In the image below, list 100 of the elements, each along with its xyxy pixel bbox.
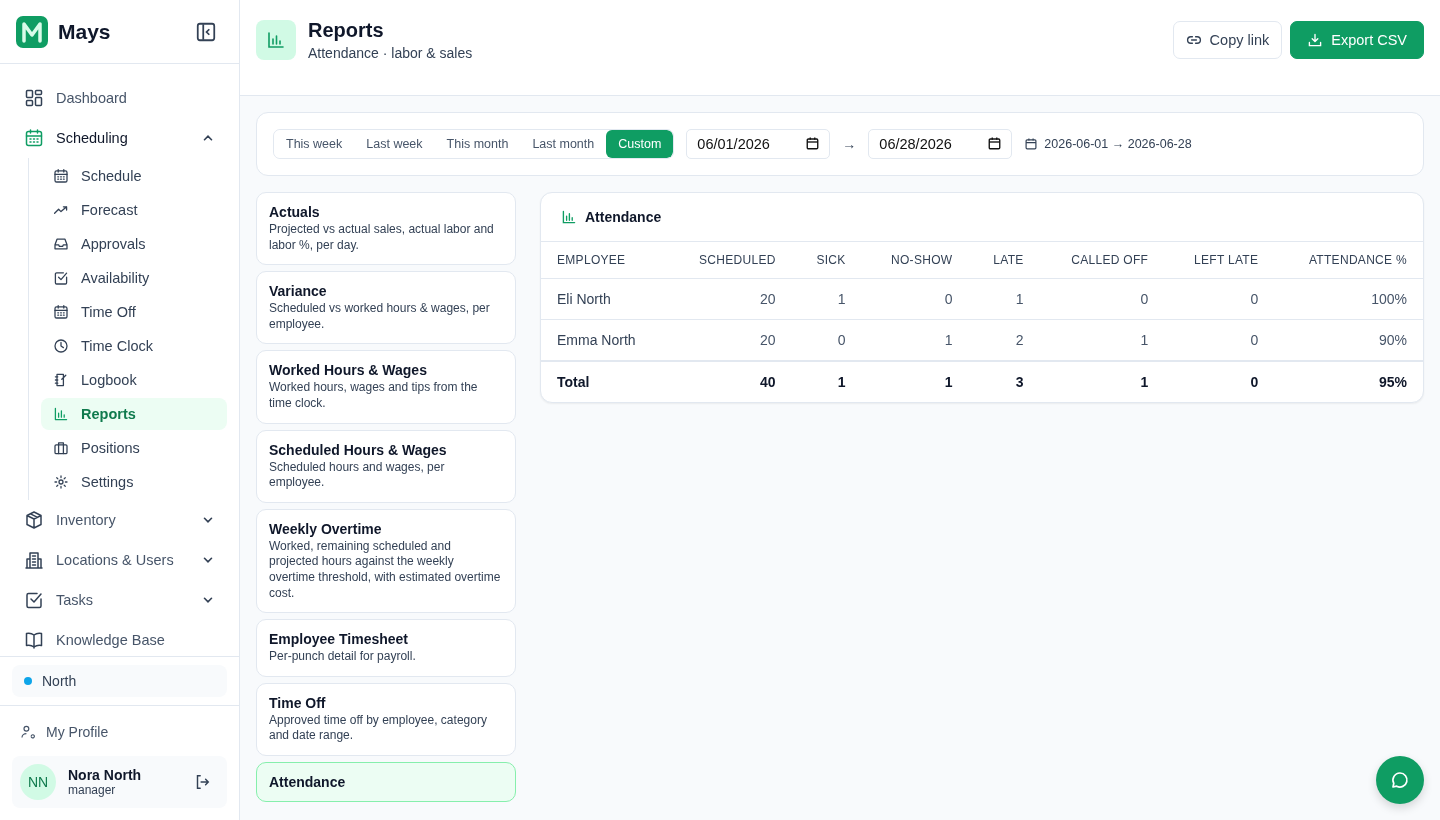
location-switcher[interactable]: North	[12, 665, 227, 697]
checkbox-icon	[53, 270, 69, 286]
user-name: Nora North	[68, 767, 143, 783]
column-header: NO-SHOW	[861, 242, 969, 279]
page-subtitle: Attendance · labor & sales	[308, 44, 474, 61]
report-description: Per-punch detail for payroll.	[269, 649, 417, 665]
nav-subitem[interactable]: Positions	[41, 432, 227, 464]
report-description: Worked, remaining scheduled and projected hours against the weekly overtime threshold, with estimated overtime cost.	[269, 538, 502, 602]
reports-badge-icon	[256, 19, 296, 60]
nav-item[interactable]: Dashboard	[12, 78, 227, 118]
report-card[interactable]: Time Off Approved time off by employee, category and date range.	[256, 682, 516, 756]
nav-subitem[interactable]: Settings	[41, 466, 227, 498]
table-cell: 2	[968, 319, 1040, 361]
column-header: LEFT LATE	[1164, 242, 1275, 279]
checkbox-icon	[24, 590, 44, 610]
report-title: Scheduled Hours & Wages	[269, 441, 448, 458]
settings-icon	[53, 474, 69, 490]
total-cell: 1	[861, 361, 969, 402]
report-card[interactable]: Weekly Overtime Worked, remaining scheduled and projected hours against the weekly overtime threshold, with estimated overtime cost.	[256, 508, 516, 614]
my-profile-link[interactable]: My Profile	[12, 718, 227, 746]
calendar-icon	[53, 304, 69, 320]
nav-item[interactable]: Inventory	[12, 500, 227, 540]
briefcase-icon	[53, 440, 69, 456]
calendar-icon	[53, 168, 69, 184]
table-cell: 1	[968, 278, 1040, 320]
report-card[interactable]: Scheduled Hours & Wages Scheduled hours and wages, per employee.	[256, 429, 516, 503]
column-header: CALLED OFF	[1039, 242, 1165, 279]
date-field[interactable]: 06/01/2026	[686, 129, 831, 159]
page-title: Reports	[308, 18, 385, 42]
logo-icon	[16, 15, 48, 48]
report-card[interactable]: Attendance	[256, 761, 516, 802]
table-cell: 90%	[1274, 319, 1423, 361]
report-card[interactable]: Employee Timesheet Per-punch detail for payroll.	[256, 619, 516, 677]
download-icon	[1307, 31, 1324, 48]
book-icon	[24, 630, 44, 650]
user-icon	[20, 724, 36, 740]
report-title: Employee Timesheet	[269, 631, 410, 648]
panel-title: Attendance	[585, 209, 662, 225]
brand-name: Mays	[58, 19, 112, 44]
column-header: LATE	[968, 242, 1040, 279]
table-cell: 0	[861, 278, 969, 320]
user-role: manager	[68, 783, 117, 797]
report-card[interactable]: Variance Scheduled vs worked hours & wages, per employee.	[256, 271, 516, 345]
column-header: ATTENDANCE %	[1274, 242, 1423, 279]
table-cell: 1	[791, 278, 862, 320]
table-cell: Emma North	[541, 319, 668, 361]
grid-icon	[24, 88, 44, 108]
table-cell: 100%	[1274, 278, 1423, 320]
report-card[interactable]: Worked Hours & Wages Worked hours, wages and tips from the time clock.	[256, 350, 516, 424]
report-title: Time Off	[269, 694, 327, 711]
report-description: Scheduled hours and wages, per employee.	[269, 459, 446, 491]
total-cell: 0	[1164, 361, 1275, 402]
total-cell: 3	[968, 361, 1040, 402]
total-cell: 95%	[1274, 361, 1423, 402]
nav-subitem[interactable]: Availability	[41, 262, 227, 294]
copy-link-button[interactable]: Copy link	[1172, 20, 1283, 59]
report-title: Weekly Overtime	[269, 520, 383, 537]
avatar: NN	[20, 764, 56, 800]
report-description: Approved time off by employee, category and date range.	[269, 712, 488, 744]
notebook-icon	[53, 372, 69, 388]
table-cell: Eli North	[541, 278, 668, 320]
report-card[interactable]: Actuals Projected vs actual sales, actual labor and labor %, per day.	[256, 192, 516, 266]
column-header: SCHEDULED	[667, 242, 792, 279]
nav-item[interactable]: Locations & Users	[12, 540, 227, 580]
calendar-icon	[987, 136, 1003, 151]
sidebar-toggle-icon[interactable]	[195, 20, 217, 43]
chat-button[interactable]	[1376, 756, 1424, 804]
total-cell: Total	[541, 361, 668, 402]
calendar-icon	[1024, 137, 1039, 151]
report-title: Variance	[269, 283, 328, 300]
inbox-icon	[53, 236, 69, 252]
nav-item[interactable]: Knowledge Base	[12, 620, 227, 656]
chat-icon	[1390, 770, 1410, 790]
nav-subitem[interactable]: Forecast	[41, 194, 227, 226]
cube-icon	[24, 510, 44, 530]
date-field[interactable]: 06/28/2026	[868, 129, 1013, 159]
table-cell: 1	[861, 319, 969, 361]
nav-item[interactable]: Tasks	[12, 580, 227, 620]
date-range-text: 2026-06-01 → 2026-06-28	[1044, 137, 1192, 151]
nav-subitem[interactable]: Reports	[41, 398, 227, 430]
table-cell: 0	[791, 319, 862, 361]
total-cell: 1	[791, 361, 862, 402]
report-title: Actuals	[269, 204, 321, 220]
table-cell: 0	[1039, 278, 1165, 320]
total-cell: 1	[1039, 361, 1165, 402]
report-title: Worked Hours & Wages	[269, 362, 428, 379]
column-header: SICK	[791, 242, 862, 279]
nav-subitem[interactable]: Approvals	[41, 228, 227, 260]
report-description: Scheduled vs worked hours & wages, per employee.	[269, 301, 491, 333]
nav-subitem[interactable]: Time Clock	[41, 330, 227, 362]
calendar-icon	[805, 136, 821, 151]
arrow-text: →	[842, 136, 857, 152]
nav-subitem[interactable]: Time Off	[41, 296, 227, 328]
nav-item[interactable]: Scheduling	[12, 118, 227, 158]
table-cell: 20	[667, 278, 792, 320]
table-cell: 0	[1164, 278, 1275, 320]
nav-subitem[interactable]: Logbook	[41, 364, 227, 396]
building-icon	[24, 550, 44, 570]
nav-subitem[interactable]: Schedule	[41, 160, 227, 192]
table-cell: 20	[667, 319, 792, 361]
